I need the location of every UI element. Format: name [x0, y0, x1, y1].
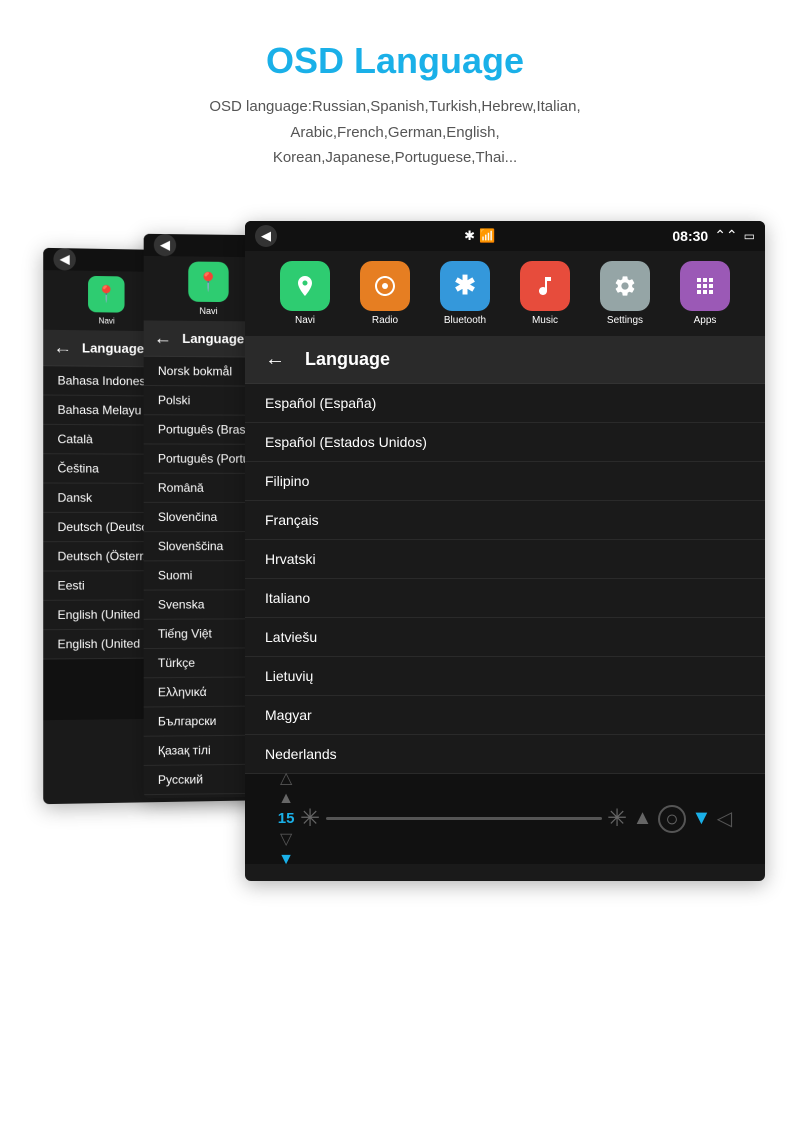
bluetooth-icon-main: ✱ — [440, 261, 490, 311]
page-description: OSD language:Russian,Spanish,Turkish,Heb… — [209, 94, 580, 171]
list-item[interactable]: Nederlands — [245, 735, 765, 774]
list-item[interactable]: Filipino — [245, 462, 765, 501]
navi-icon-main — [280, 261, 330, 311]
list-item[interactable]: Français — [245, 501, 765, 540]
divider — [326, 817, 602, 820]
bottom-bar-main: △ ▲ 15 ▽ ▼ ✳ ✳ ▲ ○ ▼ ◁ — [245, 774, 765, 864]
back-button-main[interactable]: ◀ — [255, 225, 277, 247]
page-title: OSD Language — [209, 40, 580, 82]
back-button-2[interactable]: ◀ — [154, 233, 176, 255]
music-icon-main — [520, 261, 570, 311]
radio-icon-main — [360, 261, 410, 311]
music-label: Music — [532, 315, 558, 326]
app-item-navi-main[interactable]: Navi — [280, 261, 330, 326]
screenshots-container: ◀ ✱ 🔋 08:30 ⌃⌃ ▭ 📍 Navi 📻 Radio ✱ Blueto… — [15, 221, 775, 971]
up-triangle-icon[interactable]: △ — [280, 768, 292, 788]
circle-icon[interactable]: ○ — [658, 805, 686, 833]
back-nav-icon[interactable]: ◁ — [717, 806, 732, 831]
radio-label: Radio — [372, 315, 398, 326]
back-arrow-1[interactable]: ← — [53, 336, 71, 357]
language-title-main: Language — [305, 349, 390, 370]
app-bar-main: Navi Radio ✱ Bluetooth Music — [245, 251, 765, 336]
down-triangle-icon[interactable]: ▽ — [280, 829, 292, 849]
navi-icon-1: 📍 — [88, 275, 124, 312]
app-item-navi-1[interactable]: 📍 Navi — [88, 275, 124, 325]
app-item-radio-main[interactable]: Radio — [360, 261, 410, 326]
list-item[interactable]: Lietuvių — [245, 657, 765, 696]
list-item[interactable]: Español (España) — [245, 384, 765, 423]
app-item-apps-main[interactable]: Apps — [680, 261, 730, 326]
up-ctrl-main: △ ▲ 15 ▽ ▼ — [278, 768, 295, 869]
fan-icon-left: ✳ — [300, 804, 320, 833]
up-nav-icon[interactable]: ▲ — [633, 807, 653, 830]
header-section: OSD Language OSD language:Russian,Spanis… — [189, 0, 600, 191]
language-panel-main: ← Language Español (España) Español (Est… — [245, 336, 765, 774]
status-bar-main: ◀ ✱ 📶 08:30 ⌃⌃ ▭ — [245, 221, 765, 251]
up-fill-icon[interactable]: ▲ — [278, 790, 294, 808]
time-main: 08:30 — [672, 228, 708, 244]
list-item[interactable]: Latviešu — [245, 618, 765, 657]
apps-label: Apps — [694, 315, 717, 326]
bluetooth-label: Bluetooth — [444, 315, 486, 326]
fan-icon-right: ✳ — [607, 804, 627, 833]
list-item[interactable]: Español (Estados Unidos) — [245, 423, 765, 462]
app-item-bluetooth-main[interactable]: ✱ Bluetooth — [440, 261, 490, 326]
navi-label: Navi — [295, 315, 315, 326]
apps-icon-main — [680, 261, 730, 311]
back-arrow-main[interactable]: ← — [265, 348, 285, 371]
number-display: 15 — [278, 810, 295, 827]
back-button-1[interactable]: ◀ — [53, 247, 75, 270]
app-item-navi-2[interactable]: 📍 Navi — [188, 261, 228, 316]
list-item[interactable]: Magyar — [245, 696, 765, 735]
navi-icon-2: 📍 — [188, 261, 228, 302]
settings-label: Settings — [607, 315, 643, 326]
language-list-main: Español (España) Español (Estados Unidos… — [245, 384, 765, 774]
language-header-main: ← Language — [245, 336, 765, 384]
status-icons-main: ✱ 📶 — [464, 228, 495, 244]
app-item-settings-main[interactable]: Settings — [600, 261, 650, 326]
screen-3-main: ◀ ✱ 📶 08:30 ⌃⌃ ▭ Navi Radio — [245, 221, 765, 881]
down-fill-icon[interactable]: ▼ — [278, 851, 294, 869]
back-arrow-2[interactable]: ← — [154, 327, 172, 348]
list-item[interactable]: Hrvatski — [245, 540, 765, 579]
settings-icon-main — [600, 261, 650, 311]
down-nav-icon[interactable]: ▼ — [691, 807, 711, 830]
app-item-music-main[interactable]: Music — [520, 261, 570, 326]
list-item[interactable]: Italiano — [245, 579, 765, 618]
